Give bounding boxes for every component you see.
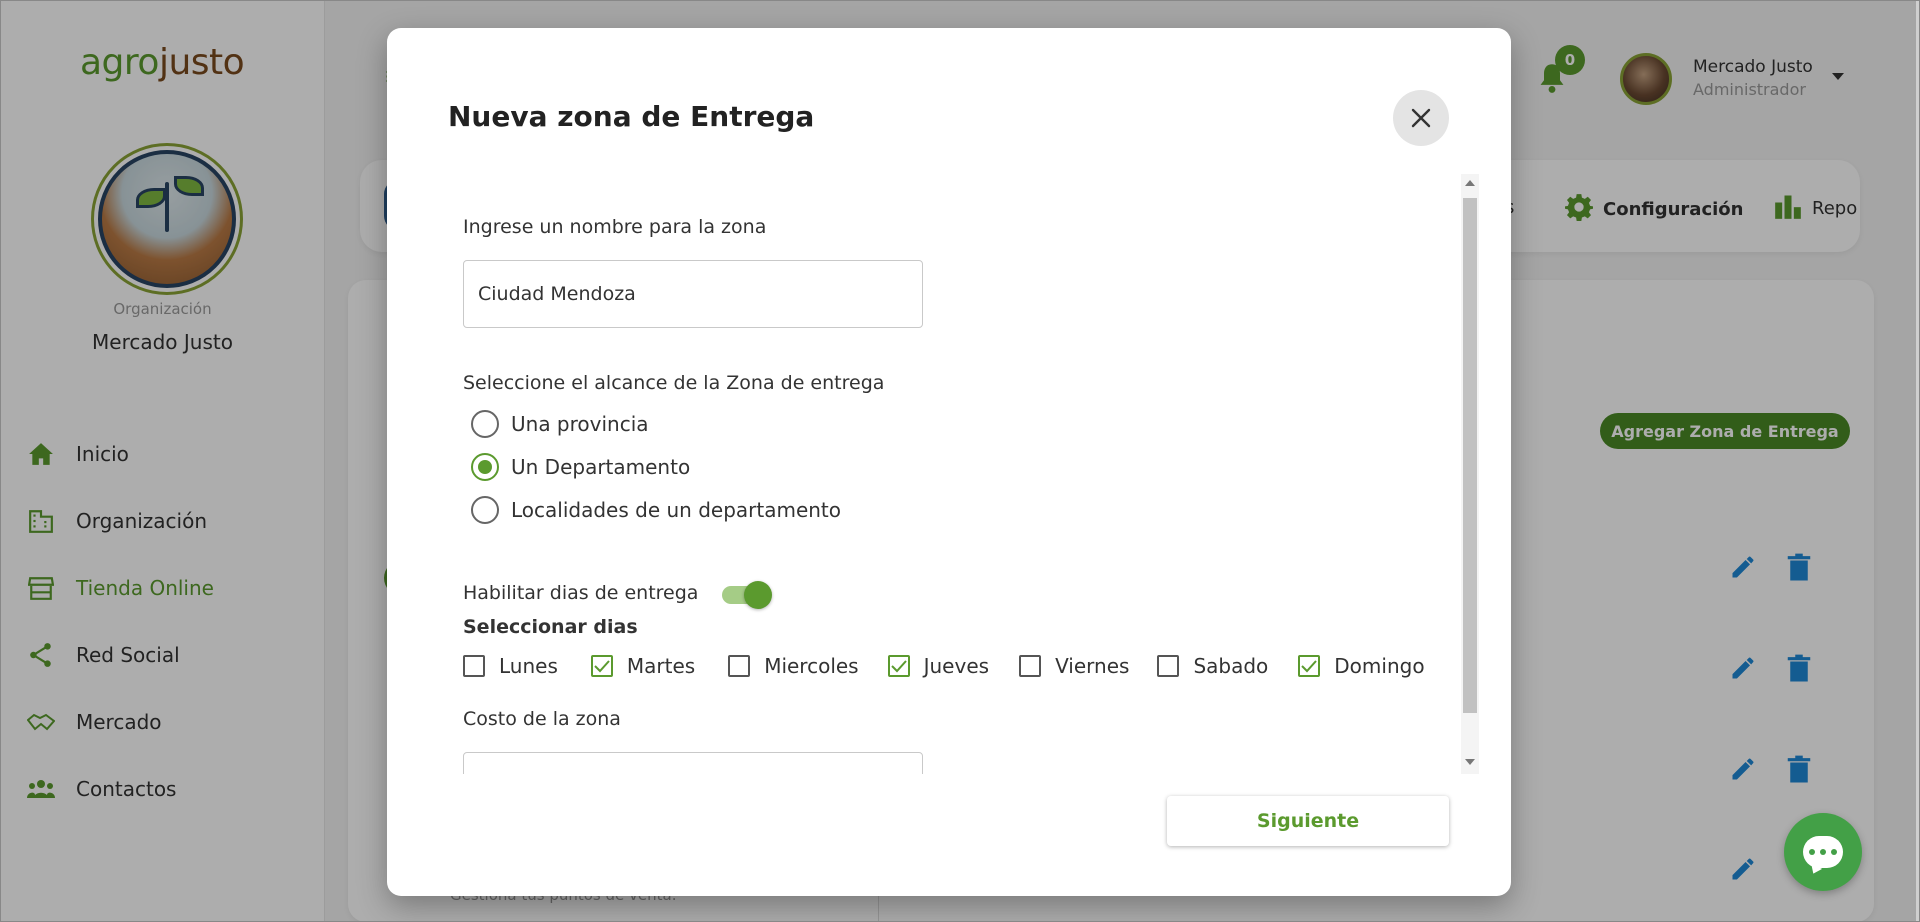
close-icon bbox=[1411, 108, 1431, 128]
enable-days-label: Habilitar dias de entrega bbox=[463, 582, 699, 604]
day-label: Miercoles bbox=[764, 654, 859, 678]
scope-option-departamento[interactable]: Un Departamento bbox=[471, 453, 690, 481]
day-label: Jueves bbox=[923, 654, 990, 678]
scope-option-localidades[interactable]: Localidades de un departamento bbox=[471, 496, 841, 524]
window-scrollbar[interactable] bbox=[1916, 0, 1920, 922]
scrollbar-thumb[interactable] bbox=[1463, 198, 1477, 713]
day-label: Sabado bbox=[1193, 654, 1269, 678]
zone-name-input[interactable]: Ciudad Mendoza bbox=[463, 260, 923, 328]
enable-days-toggle[interactable] bbox=[720, 579, 772, 609]
day-label: Lunes bbox=[499, 654, 558, 678]
day-checkbox-jueves[interactable]: Jueves bbox=[887, 654, 990, 678]
modal-body[interactable]: Ingrese un nombre para la zona Ciudad Me… bbox=[448, 174, 1448, 774]
scope-option-label: Localidades de un departamento bbox=[511, 498, 841, 522]
scroll-up-icon[interactable] bbox=[1465, 180, 1475, 186]
next-button[interactable]: Siguiente bbox=[1167, 796, 1449, 846]
radio-button-selected[interactable] bbox=[471, 453, 499, 481]
day-label: Viernes bbox=[1055, 654, 1130, 678]
zone-name-label: Ingrese un nombre para la zona bbox=[463, 216, 767, 238]
modal-scrollbar[interactable] bbox=[1461, 174, 1479, 774]
chat-icon bbox=[1803, 836, 1843, 868]
day-checkbox-martes[interactable]: Martes bbox=[590, 654, 696, 678]
days-selector: Lunes Martes Miercoles Jueves Viernes Sa… bbox=[463, 654, 1425, 678]
day-checkbox-sabado[interactable]: Sabado bbox=[1157, 654, 1268, 678]
chat-button[interactable] bbox=[1784, 813, 1862, 891]
checkbox-checked[interactable] bbox=[590, 655, 613, 677]
day-checkbox-viernes[interactable]: Viernes bbox=[1019, 654, 1129, 678]
cost-input[interactable]: 100 bbox=[463, 752, 923, 774]
day-checkbox-lunes[interactable]: Lunes bbox=[463, 654, 558, 678]
checkbox-checked[interactable] bbox=[1298, 655, 1321, 677]
checkbox[interactable] bbox=[1157, 655, 1180, 677]
select-days-label: Seleccionar dias bbox=[463, 616, 638, 638]
day-label: Martes bbox=[626, 654, 696, 678]
day-checkbox-domingo[interactable]: Domingo bbox=[1298, 654, 1425, 678]
checkbox[interactable] bbox=[463, 655, 485, 677]
checkbox[interactable] bbox=[1019, 655, 1042, 677]
scroll-down-icon[interactable] bbox=[1465, 759, 1475, 765]
day-checkbox-miercoles[interactable]: Miercoles bbox=[728, 654, 859, 678]
day-label: Domingo bbox=[1334, 654, 1425, 678]
radio-button[interactable] bbox=[471, 410, 499, 438]
modal-title: Nueva zona de Entrega bbox=[448, 100, 815, 133]
scope-option-label: Un Departamento bbox=[511, 455, 691, 479]
radio-button[interactable] bbox=[471, 496, 499, 524]
checkbox[interactable] bbox=[728, 655, 751, 677]
new-delivery-zone-modal: Nueva zona de Entrega Ingrese un nombre … bbox=[387, 28, 1511, 896]
scope-option-label: Una provincia bbox=[511, 412, 649, 436]
checkbox-checked[interactable] bbox=[887, 655, 910, 677]
scope-option-provincia[interactable]: Una provincia bbox=[471, 410, 649, 438]
cost-label: Costo de la zona bbox=[463, 708, 621, 730]
scope-label: Seleccione el alcance de la Zona de entr… bbox=[463, 372, 885, 394]
close-button[interactable] bbox=[1393, 90, 1449, 146]
